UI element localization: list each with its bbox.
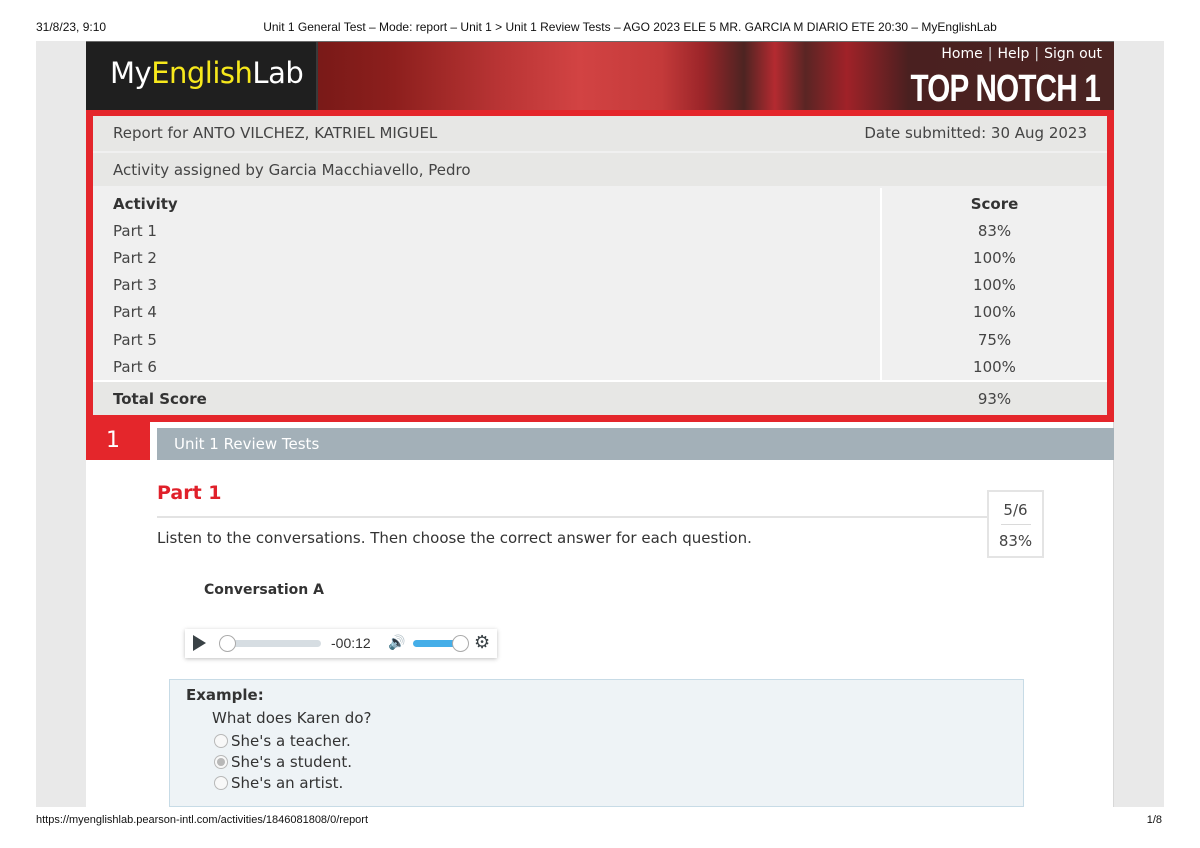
- option-label: She's a teacher.: [231, 732, 351, 750]
- print-footer: https://myenglishlab.pearson-intl.com/ac…: [0, 812, 1200, 832]
- example-box: Example: What does Karen do? She's a tea…: [169, 679, 1024, 807]
- activity-cell: Part 3: [113, 276, 157, 294]
- report-summary: Report for ANTO VILCHEZ, KATRIEL MIGUEL …: [86, 110, 1114, 422]
- part-title: Part 1: [157, 482, 222, 504]
- report-for-label: Report for ANTO VILCHEZ, KATRIEL MIGUEL: [113, 124, 438, 142]
- progress-slider[interactable]: [225, 640, 321, 647]
- total-score-label: Total Score: [113, 390, 207, 408]
- radio-button[interactable]: [214, 776, 228, 790]
- print-header: 31/8/23, 9:10 Unit 1 General Test – Mode…: [0, 0, 1200, 40]
- part-instructions: Listen to the conversations. Then choose…: [157, 529, 752, 547]
- page-number: 1/8: [1146, 814, 1162, 826]
- activity-cell: Part 6: [113, 358, 157, 376]
- activity-cell: Part 4: [113, 303, 157, 321]
- activity-cell: Part 5: [113, 331, 157, 349]
- volume-icon[interactable]: 🔊: [388, 635, 405, 651]
- table-header-row: Activity Score: [93, 191, 1107, 218]
- nav-separator: |: [987, 46, 993, 62]
- score-cell: 100%: [973, 358, 1016, 376]
- table-row: Part 6 100%: [93, 354, 1107, 381]
- answer-option[interactable]: She's a student.: [214, 753, 352, 771]
- score-cell: 75%: [977, 331, 1012, 349]
- activity-cell: Part 1: [113, 222, 157, 240]
- total-score-value: 93%: [977, 390, 1012, 408]
- logo-text-lab: Lab: [252, 56, 304, 90]
- radio-button[interactable]: [214, 734, 228, 748]
- section-header: Unit 1 Review Tests: [157, 428, 1114, 460]
- score-column-header: Score: [970, 195, 1019, 213]
- part-score-box: 5/6 83%: [987, 490, 1044, 558]
- logo-box: MyEnglishLab: [86, 42, 318, 111]
- logo-text-my: My: [110, 56, 152, 90]
- radio-button-selected[interactable]: [214, 755, 228, 769]
- time-remaining: -00:12: [331, 635, 371, 651]
- score-cell: 100%: [973, 276, 1016, 294]
- option-label: She's an artist.: [231, 774, 344, 792]
- page-url: https://myenglishlab.pearson-intl.com/ac…: [36, 814, 369, 826]
- site-banner: MyEnglishLab Home | Help | Sign out TOP NOTC…: [86, 41, 1114, 111]
- product-title: TOP NOTCH 1: [910, 68, 1100, 110]
- gear-icon[interactable]: ⚙: [474, 632, 490, 653]
- answer-option[interactable]: She's an artist.: [214, 774, 343, 792]
- score-cell: 100%: [973, 249, 1016, 267]
- score-cell: 83%: [977, 222, 1012, 240]
- part-score-percent: 83%: [998, 532, 1033, 550]
- example-label: Example:: [186, 686, 264, 704]
- top-nav: Home | Help | Sign out: [941, 46, 1102, 62]
- volume-slider-handle[interactable]: [452, 635, 469, 652]
- section-number: 1: [86, 422, 150, 460]
- play-icon[interactable]: [193, 635, 206, 651]
- part-score-fraction: 5/6: [1003, 501, 1028, 519]
- activity-column-header: Activity: [113, 195, 178, 213]
- part-divider: [157, 516, 987, 518]
- sign-out-link[interactable]: Sign out: [1044, 46, 1102, 62]
- progress-slider-handle[interactable]: [219, 635, 236, 652]
- myenglishlab-logo[interactable]: MyEnglishLab: [110, 56, 304, 90]
- score-divider: [1001, 524, 1031, 525]
- date-submitted: Date submitted: 30 Aug 2023: [864, 124, 1087, 142]
- table-row: Part 1 83%: [93, 218, 1107, 245]
- option-label: She's a student.: [231, 753, 353, 771]
- print-page-title: Unit 1 General Test – Mode: report – Uni…: [263, 20, 997, 34]
- nav-separator: |: [1034, 46, 1040, 62]
- help-link[interactable]: Help: [997, 46, 1029, 62]
- answer-option[interactable]: She's a teacher.: [214, 732, 351, 750]
- activity-cell: Part 2: [113, 249, 157, 267]
- report-for-row: Report for ANTO VILCHEZ, KATRIEL MIGUEL …: [93, 116, 1107, 151]
- table-row: Part 3 100%: [93, 272, 1107, 299]
- table-row: Part 4 100%: [93, 299, 1107, 326]
- total-score-row: Total Score 93%: [93, 380, 1107, 415]
- table-row: Part 5 75%: [93, 327, 1107, 354]
- assigned-by-row: Activity assigned by Garcia Macchiavello…: [93, 153, 1107, 186]
- example-question: What does Karen do?: [212, 709, 372, 727]
- assigned-by-label: Activity assigned by Garcia Macchiavello…: [113, 161, 471, 179]
- score-cell: 100%: [973, 303, 1016, 321]
- section-title: Unit 1 Review Tests: [174, 435, 320, 453]
- audio-player: -00:12 🔊 ⚙: [185, 629, 497, 658]
- table-row: Part 2 100%: [93, 245, 1107, 272]
- logo-text-english: English: [151, 56, 253, 90]
- home-link[interactable]: Home: [941, 46, 982, 62]
- conversation-title: Conversation A: [204, 582, 324, 598]
